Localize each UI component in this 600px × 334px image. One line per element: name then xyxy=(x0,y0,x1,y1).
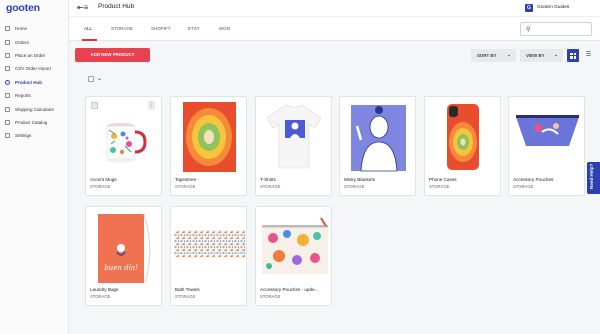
product-card[interactable]: buen día! Laundry Bags STORAGE xyxy=(85,206,162,306)
product-title: Tapestries - xyxy=(175,177,199,182)
sort-by-label: SORT BY xyxy=(477,53,497,58)
file-icon xyxy=(5,66,10,72)
sidebar-item-label: Reports xyxy=(15,93,31,99)
sidebar-item-label: Orders xyxy=(15,39,29,45)
product-title: Laundry Bags xyxy=(90,287,119,292)
search-icon: ⚲ xyxy=(526,26,531,33)
product-image-tapestry xyxy=(174,100,245,173)
product-title: Accessory Pouches - upde... xyxy=(260,287,319,292)
product-image-phone-case xyxy=(428,100,499,173)
product-source: STORAGE xyxy=(429,184,450,189)
chevron-down-icon[interactable]: ⌄ xyxy=(97,75,102,82)
product-source: STORAGE xyxy=(175,184,196,189)
select-all-checkbox[interactable] xyxy=(88,76,94,82)
tab-woo[interactable]: WOO xyxy=(219,26,230,31)
tab-all[interactable]: ALL xyxy=(84,26,92,31)
tab-storage[interactable]: STORAGE xyxy=(111,26,133,31)
product-title: Accessory Pouches xyxy=(513,177,554,182)
guides-link[interactable]: Gooten Guides xyxy=(537,5,569,10)
page-title: Product Hub xyxy=(98,3,135,10)
sidebar-item-orders[interactable]: Orders xyxy=(0,35,69,48)
hub-icon xyxy=(5,79,10,85)
sidebar-item-place-order[interactable]: Place an Order xyxy=(0,49,69,62)
sidebar-item-label: Settings xyxy=(15,133,32,139)
product-image-bath-towel xyxy=(174,210,245,283)
product-card[interactable]: Bath Towels STORAGE xyxy=(170,206,247,306)
product-title: T-Shirts xyxy=(260,177,276,182)
product-card[interactable]: T-Shirts STORAGE xyxy=(255,96,332,196)
product-title: Bath Towels xyxy=(175,287,200,292)
product-source: STORAGE xyxy=(175,294,196,299)
list-view-button[interactable]: ☰ xyxy=(583,49,594,62)
sidebar-item-product-catalog[interactable]: Product Catalog xyxy=(0,116,69,129)
tabs-bar: ALL STORAGE SHOPIFY ETSY WOO ⚲ xyxy=(69,16,600,41)
product-title: Accent Mugs xyxy=(90,177,117,182)
catalog-icon xyxy=(5,119,10,125)
need-help-label: Need Help? xyxy=(589,163,594,189)
product-image-laundry-bag: buen día! xyxy=(89,210,160,283)
product-title: Minky Blankets xyxy=(344,177,375,182)
home-icon xyxy=(5,26,10,32)
search-input[interactable]: ⚲ xyxy=(520,22,592,36)
sidebar-item-reports[interactable]: Reports xyxy=(0,89,69,102)
product-card[interactable]: Phone Cases STORAGE xyxy=(424,96,501,196)
chevron-down-icon: ⌄ xyxy=(507,52,511,57)
need-help-button[interactable]: Need Help? xyxy=(587,162,600,194)
sidebar-item-label: Place an Order xyxy=(15,52,46,58)
product-card[interactable]: Accessory Pouches - upde... STORAGE xyxy=(255,206,332,306)
product-source: STORAGE xyxy=(260,294,281,299)
product-card[interactable]: Minky Blankets STORAGE xyxy=(339,96,416,196)
sidebar-nav: Home Orders Place an Order CSV Order Imp… xyxy=(0,22,69,143)
product-source: STORAGE xyxy=(260,184,281,189)
product-card[interactable]: Tapestries - STORAGE xyxy=(170,96,247,196)
sidebar-item-label: Product Catalog xyxy=(15,119,48,125)
sidebar-item-home[interactable]: Home xyxy=(0,22,69,35)
sidebar-item-settings[interactable]: Settings xyxy=(0,129,69,142)
sidebar: gooten Home Orders Place an Order CSV Or… xyxy=(0,0,69,334)
product-image-tshirt xyxy=(259,100,330,173)
chart-icon xyxy=(5,93,10,99)
sidebar-item-label: Product Hub xyxy=(15,79,42,85)
sidebar-item-shipping-calculator[interactable]: Shipping Calculator xyxy=(0,102,69,115)
sidebar-item-product-hub[interactable]: Product Hub xyxy=(0,76,69,89)
product-checkbox[interactable] xyxy=(91,102,98,109)
chevron-down-icon: ⌄ xyxy=(554,52,558,57)
view-by-label: VIEW BY xyxy=(526,53,545,58)
tab-shopify[interactable]: SHOPIFY xyxy=(151,26,171,31)
add-new-product-button[interactable]: ADD NEW PRODUCT xyxy=(75,48,150,62)
sidebar-item-label: Home xyxy=(15,26,28,32)
view-by-dropdown[interactable]: VIEW BY ⌄ xyxy=(520,49,563,62)
sidebar-item-csv-import[interactable]: CSV Order Import xyxy=(0,62,69,75)
product-title: Phone Cases xyxy=(429,177,457,182)
svg-text:buen día!: buen día! xyxy=(104,264,138,272)
product-source: STORAGE xyxy=(90,294,111,299)
active-tab-indicator xyxy=(82,39,97,41)
product-card[interactable]: Accessory Pouches STORAGE xyxy=(508,96,585,196)
menu-collapse-icon[interactable]: ⇤≡ xyxy=(77,3,88,12)
calculator-icon xyxy=(5,106,10,112)
guides-icon[interactable]: G xyxy=(525,4,533,12)
gear-icon xyxy=(5,133,10,139)
gooten-logo[interactable]: gooten xyxy=(6,2,40,14)
more-options-icon[interactable]: ⋮ xyxy=(148,101,155,110)
cart-icon xyxy=(5,52,10,58)
product-card[interactable]: ⋮ Accent Mugs STORAGE xyxy=(85,96,162,196)
tab-etsy[interactable]: ETSY xyxy=(188,26,200,31)
product-source: STORAGE xyxy=(513,184,534,189)
product-image-mug xyxy=(89,100,160,173)
sidebar-item-label: CSV Order Import xyxy=(15,66,52,72)
product-image-pouch-floral xyxy=(259,210,330,283)
sidebar-item-label: Shipping Calculator xyxy=(15,106,55,112)
product-source: STORAGE xyxy=(344,184,365,189)
grid-view-button[interactable] xyxy=(567,49,579,62)
product-image-pouch xyxy=(512,100,583,173)
product-source: STORAGE xyxy=(90,184,111,189)
top-bar: ⇤≡ Product Hub G Gooten Guides xyxy=(69,0,600,16)
product-image-blanket xyxy=(343,100,414,173)
sort-by-dropdown[interactable]: SORT BY ⌄ xyxy=(471,49,516,62)
orders-icon xyxy=(5,39,10,45)
